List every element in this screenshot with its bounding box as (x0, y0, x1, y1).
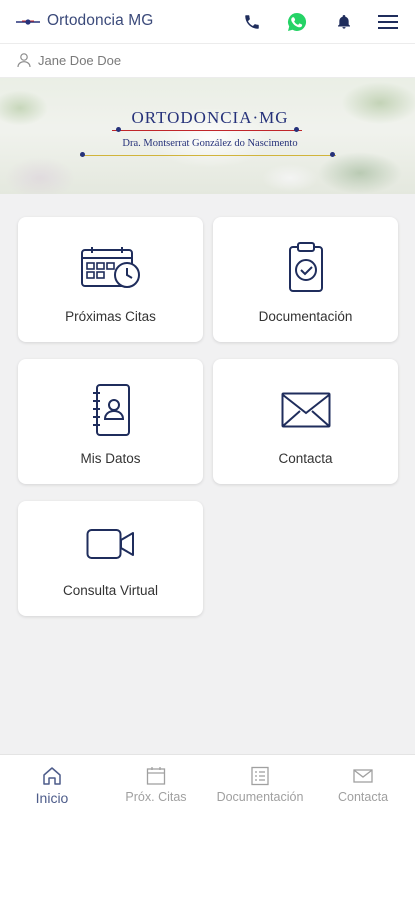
card-label: Mis Datos (80, 451, 141, 466)
mail-icon (353, 769, 373, 783)
app-logo-icon (16, 19, 40, 25)
app-bar: Ortodoncia MG (0, 0, 415, 43)
nav-documentacion[interactable]: Documentación (206, 755, 314, 815)
nav-contacta[interactable]: Contacta (330, 755, 396, 815)
clipboard-check-icon (288, 242, 323, 292)
clinic-brand: ORTODONCIA·MG Dra. Montserrat González d… (80, 108, 340, 149)
nav-label: Inicio (35, 790, 69, 806)
card-label: Consulta Virtual (62, 583, 159, 598)
contact-book-icon (92, 384, 130, 436)
brand-subtitle: Dra. Montserrat González do Nascimento (122, 138, 298, 149)
app-title: Ortodoncia MG (47, 12, 154, 29)
card-mis-datos[interactable]: Mis Datos (18, 359, 203, 484)
nav-label: Contacta (337, 790, 389, 804)
home-icon (43, 767, 61, 785)
dashboard-grid: Próximas Citas Documentación Mis Datos C… (0, 194, 415, 754)
card-consulta-virtual[interactable]: Consulta Virtual (18, 501, 203, 616)
user-icon (17, 53, 31, 68)
nav-label: Documentación (216, 790, 304, 804)
nav-label: Próx. Citas (125, 790, 187, 804)
whatsapp-icon[interactable] (285, 10, 309, 34)
phone-icon[interactable] (240, 10, 264, 34)
card-label: Contacta (278, 451, 333, 466)
card-documentacion[interactable]: Documentación (213, 217, 398, 342)
nav-inicio[interactable]: Inicio (22, 755, 82, 815)
menu-icon[interactable] (376, 10, 400, 34)
calendar-clock-icon (80, 247, 140, 288)
brand-name: ORTODONCIA·MG (131, 108, 289, 127)
envelope-icon (281, 392, 330, 428)
document-list-icon (251, 766, 269, 786)
user-bar: Jane Doe Doe (0, 43, 415, 78)
bell-icon[interactable] (332, 10, 356, 34)
bottom-navigation: Inicio Próx. Citas Documentación Contact… (0, 754, 415, 814)
card-proximas-citas[interactable]: Próximas Citas (18, 217, 203, 342)
user-name: Jane Doe Doe (38, 53, 122, 68)
video-camera-icon (86, 529, 134, 559)
card-label: Documentación (258, 309, 353, 324)
card-label: Próximas Citas (65, 309, 156, 324)
nav-prox-citas[interactable]: Próx. Citas (116, 755, 196, 815)
calendar-icon (146, 767, 166, 785)
card-contacta[interactable]: Contacta (213, 359, 398, 484)
